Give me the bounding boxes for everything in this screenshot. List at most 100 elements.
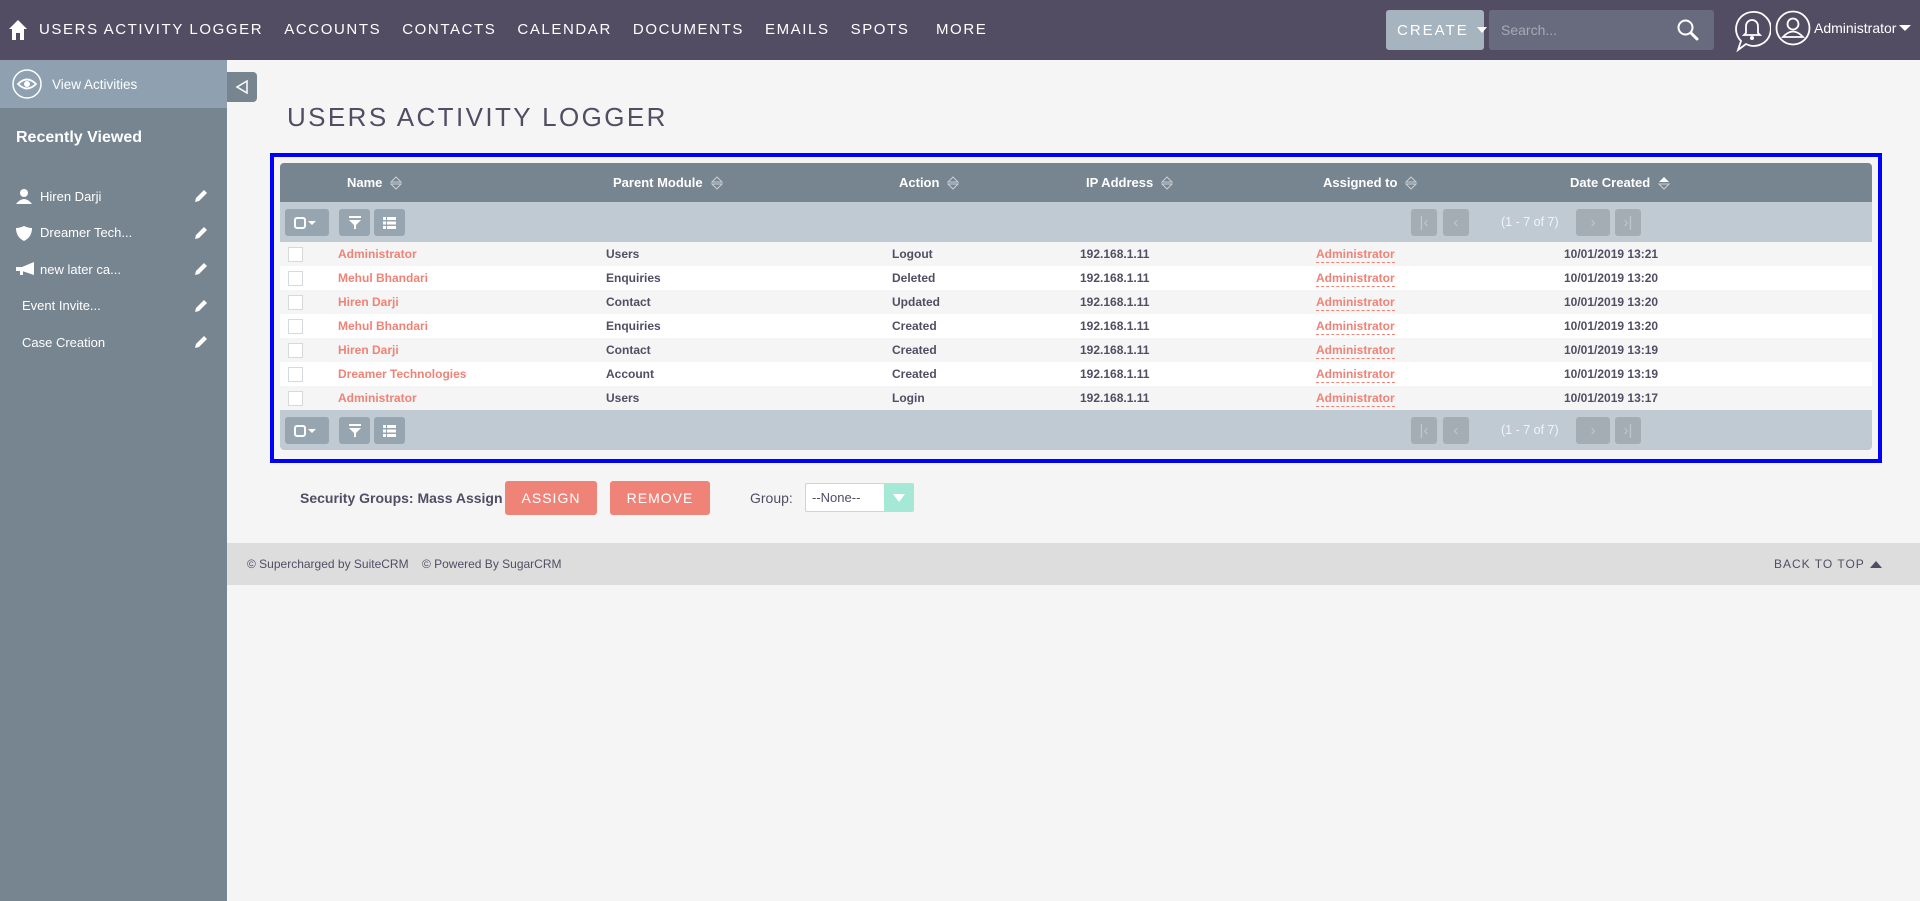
parent-module: Account — [606, 367, 654, 381]
bulk-select-dropdown[interactable] — [285, 417, 329, 444]
column-label: Assigned to — [1323, 175, 1398, 190]
first-page-button[interactable]: |‹ — [1411, 417, 1437, 444]
row-checkbox[interactable] — [288, 319, 303, 334]
powered-by-link[interactable]: © Powered By SugarCRM — [422, 557, 562, 571]
column-chooser-button[interactable] — [374, 417, 405, 444]
last-page-button[interactable]: ›| — [1615, 209, 1641, 236]
recent-item-label: Event Invite... — [22, 298, 101, 314]
pencil-icon[interactable] — [194, 299, 208, 313]
table-row: Mehul Bhandari Enquiries Deleted 192.168… — [280, 266, 1872, 290]
name-link[interactable]: Hiren Darji — [338, 290, 399, 314]
next-page-button[interactable]: › — [1576, 417, 1610, 444]
last-page-button[interactable]: ›| — [1615, 417, 1641, 444]
column-header-assigned-to[interactable]: Assigned to — [1323, 163, 1418, 202]
next-page-button[interactable]: › — [1576, 209, 1610, 236]
notifications-bell-icon[interactable] — [1733, 10, 1771, 52]
nav-item-accounts[interactable]: ACCOUNTS — [274, 0, 392, 60]
recent-item[interactable]: Dreamer Tech... — [0, 215, 227, 252]
global-search — [1489, 10, 1714, 50]
recent-item[interactable]: Event Invite... — [0, 288, 227, 325]
filter-icon — [348, 215, 361, 229]
view-activities-action[interactable]: View Activities — [0, 60, 227, 108]
table-header: Name Parent Module Action IP Address Ass… — [280, 163, 1872, 202]
nav-item-more[interactable]: MORE — [920, 0, 998, 60]
parent-module: Contact — [606, 343, 651, 357]
name-link[interactable]: Mehul Bhandari — [338, 314, 428, 338]
name-link[interactable]: Administrator — [338, 386, 417, 410]
date-created: 10/01/2019 13:20 — [1564, 319, 1659, 333]
page-title: USERS ACTIVITY LOGGER — [287, 102, 668, 132]
row-checkbox[interactable] — [288, 271, 303, 286]
list-columns-icon — [383, 424, 396, 437]
pencil-icon[interactable] — [194, 226, 208, 240]
assigned-user-link[interactable]: Administrator — [1316, 343, 1395, 359]
group-select[interactable]: --None-- — [805, 483, 914, 512]
home-button[interactable] — [0, 0, 36, 60]
name-link[interactable]: Administrator — [338, 242, 417, 266]
pagination-bar-top: |‹ ‹ (1 - 7 of 7) › ›| — [280, 202, 1872, 242]
chevron-left-icon: ‹ — [1453, 214, 1459, 231]
supercharged-link[interactable]: © Supercharged by SuiteCRM — [247, 557, 409, 571]
column-chooser-button[interactable] — [374, 209, 405, 236]
column-header-date-created[interactable]: Date Created — [1570, 163, 1671, 202]
row-checkbox[interactable] — [288, 367, 303, 382]
row-checkbox[interactable] — [288, 295, 303, 310]
pencil-icon[interactable] — [194, 335, 208, 349]
user-avatar-icon[interactable] — [1775, 10, 1811, 46]
collapse-sidebar-button[interactable] — [227, 72, 257, 102]
pencil-icon[interactable] — [194, 262, 208, 276]
row-checkbox[interactable] — [288, 343, 303, 358]
assign-button[interactable]: ASSIGN — [505, 481, 597, 515]
assigned-user-link[interactable]: Administrator — [1316, 391, 1395, 407]
nav-item-documents[interactable]: DOCUMENTS — [622, 0, 754, 60]
create-button[interactable]: CREATE — [1386, 10, 1487, 50]
assigned-user-link[interactable]: Administrator — [1316, 247, 1395, 263]
back-to-top-button[interactable]: BACK TO TOP — [1774, 543, 1882, 585]
column-header-action[interactable]: Action — [899, 163, 960, 202]
name-link[interactable]: Hiren Darji — [338, 338, 399, 362]
user-menu[interactable]: Administrator — [1814, 0, 1912, 56]
assigned-user-link[interactable]: Administrator — [1316, 367, 1395, 383]
footer-credits: © Supercharged by SuiteCRM © Powered By … — [247, 543, 562, 585]
date-created: 10/01/2019 13:19 — [1564, 343, 1659, 357]
assigned-user-link[interactable]: Administrator — [1316, 319, 1395, 335]
remove-button[interactable]: REMOVE — [610, 481, 710, 515]
nav-item-users-activity-logger[interactable]: USERS ACTIVITY LOGGER — [36, 0, 274, 60]
sort-icon — [710, 175, 723, 190]
nav-item-contacts[interactable]: CONTACTS — [392, 0, 507, 60]
bulk-select-dropdown[interactable] — [285, 209, 329, 236]
previous-page-button[interactable]: ‹ — [1443, 417, 1469, 444]
row-checkbox[interactable] — [288, 247, 303, 262]
search-icon[interactable] — [1676, 18, 1700, 42]
pencil-icon[interactable] — [194, 189, 208, 203]
filter-button[interactable] — [339, 209, 370, 236]
name-link[interactable]: Dreamer Technologies — [338, 362, 466, 386]
filter-icon — [348, 423, 361, 437]
assigned-user-link[interactable]: Administrator — [1316, 295, 1395, 311]
nav-item-calendar[interactable]: CALENDAR — [507, 0, 623, 60]
recent-item[interactable]: Case Creation — [0, 324, 227, 361]
recent-item[interactable]: Hiren Darji — [0, 178, 227, 215]
nav-item-emails[interactable]: EMAILS — [754, 0, 840, 60]
name-link[interactable]: Mehul Bhandari — [338, 266, 428, 290]
ip-address: 192.168.1.11 — [1080, 319, 1150, 333]
row-checkbox[interactable] — [288, 391, 303, 406]
recent-item[interactable]: new later ca... — [0, 251, 227, 288]
chevron-down-icon — [1476, 27, 1487, 33]
column-header-parent-module[interactable]: Parent Module — [613, 163, 723, 202]
first-page-button[interactable]: |‹ — [1411, 209, 1437, 236]
column-header-name[interactable]: Name — [347, 163, 403, 202]
date-created: 10/01/2019 13:20 — [1564, 295, 1659, 309]
previous-page-button[interactable]: ‹ — [1443, 209, 1469, 236]
list-columns-icon — [383, 216, 396, 229]
search-input[interactable] — [1489, 22, 1669, 38]
parent-module: Contact — [606, 295, 651, 309]
back-to-top-label: BACK TO TOP — [1774, 557, 1865, 571]
filter-button[interactable] — [339, 417, 370, 444]
nav-item-spots[interactable]: SPOTS — [840, 0, 920, 60]
ip-address: 192.168.1.11 — [1080, 295, 1150, 309]
recent-item-label: Case Creation — [22, 334, 106, 350]
assigned-user-link[interactable]: Administrator — [1316, 271, 1395, 287]
sort-icon — [1405, 175, 1418, 190]
column-header-ip-address[interactable]: IP Address — [1086, 163, 1174, 202]
